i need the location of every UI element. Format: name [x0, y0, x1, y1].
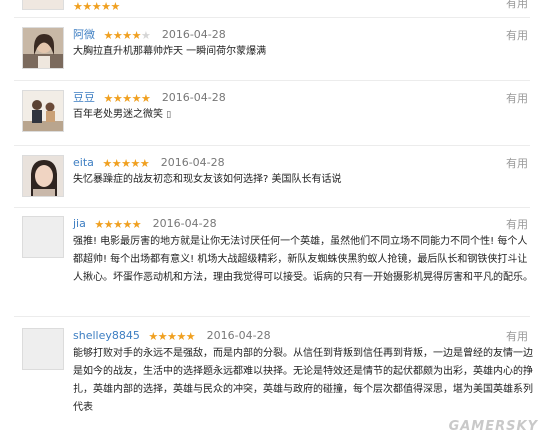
username-link[interactable]: shelley8845	[73, 329, 140, 342]
comment-text: 百年老处男迷之微笑 ▯	[73, 109, 172, 120]
comment-text: 大胸拉直升机那幕帅炸天 一瞬间荷尔蒙爆满	[73, 46, 267, 57]
comment-date: 2016-04-28	[161, 91, 226, 104]
avatar-partial	[22, 0, 64, 10]
comment-meta: jia ★★★★★ 2016-04-28	[73, 216, 217, 232]
divider	[14, 316, 530, 317]
emoji-icon: ▯	[166, 110, 172, 120]
rating-stars: ★★★★★	[94, 218, 142, 231]
rating-stars: ★★★★★	[148, 330, 196, 343]
comment-text: 能够打败对手的永远不是强敌，而是内部的分裂。从信任到背叛到信任再到背叛，一边是曾…	[73, 348, 533, 413]
rating-stars: ★★★★★	[103, 92, 151, 105]
useful-button[interactable]: 有用	[506, 216, 528, 232]
username-link[interactable]: 豆豆	[73, 91, 95, 104]
useful-button[interactable]: 有用	[506, 90, 528, 106]
useful-button[interactable]: 有用	[506, 328, 528, 344]
comment-text: 强推! 电影最厉害的地方就是让你无法讨厌任何一个英雄，虽然他们不同立场不同能力不…	[73, 236, 533, 283]
divider	[14, 80, 530, 81]
divider	[14, 145, 530, 146]
useful-button[interactable]: 有用	[506, 155, 528, 171]
avatar[interactable]	[22, 27, 64, 69]
comment-date: 2016-04-28	[206, 329, 271, 342]
comment-meta: 豆豆 ★★★★★ 2016-04-28	[73, 90, 226, 106]
avatar[interactable]	[22, 155, 64, 197]
watermark-logo: GAMERSKY	[448, 419, 538, 434]
username-link[interactable]: jia	[73, 217, 86, 230]
avatar[interactable]	[22, 90, 64, 132]
comment-text: 失忆暴躁症的战友初恋和现女友该如何选择? 美国队长有话说	[73, 174, 342, 185]
avatar-default[interactable]	[22, 216, 64, 258]
comment-meta: 阿微 ★★★★★ 2016-04-28	[73, 27, 226, 43]
rating-stars-partial: ★★★★★	[73, 0, 120, 13]
divider	[14, 17, 530, 18]
comment-date: 2016-04-28	[152, 217, 217, 230]
comment-date: 2016-04-28	[161, 28, 226, 41]
comment-date: 2016-04-28	[160, 156, 225, 169]
rating-stars: ★★★★★	[103, 29, 151, 42]
username-link[interactable]: eita	[73, 156, 94, 169]
useful-button[interactable]: 有用	[506, 27, 528, 43]
useful-button-partial[interactable]: 有用	[506, 0, 528, 11]
avatar-default[interactable]	[22, 328, 64, 370]
comment-meta: shelley8845 ★★★★★ 2016-04-28	[73, 328, 271, 344]
rating-stars: ★★★★★	[102, 157, 150, 170]
divider	[14, 207, 530, 208]
comment-meta: eita ★★★★★ 2016-04-28	[73, 155, 225, 171]
username-link[interactable]: 阿微	[73, 28, 95, 41]
